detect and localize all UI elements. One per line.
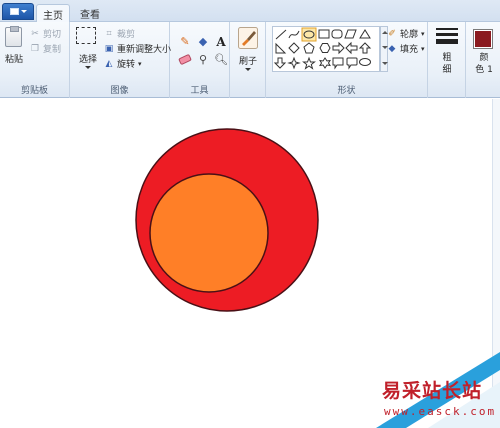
size-label: 粗 细 (442, 53, 452, 75)
rotate-label: 旋转 (117, 60, 136, 70)
six-point-star-shape-icon (319, 57, 331, 69)
clipboard-group: 粘贴 ✂ 剪切 ❐ 复制 剪贴板 (0, 22, 70, 98)
expand-gallery-icon[interactable] (382, 62, 388, 65)
brushes-button[interactable]: 刷子 (234, 25, 262, 81)
paste-button[interactable]: 粘贴 (3, 25, 25, 71)
shape-outline-button[interactable]: ✐ 轮廓 ▾ (387, 27, 425, 41)
up-arrow-shape-icon (358, 42, 372, 54)
image-group-label: 图像 (110, 86, 129, 96)
rounded-callout-shape-icon (346, 57, 358, 70)
line-shape-icon (275, 29, 287, 40)
chevron-down-icon (245, 68, 251, 71)
shapes-group-label: 形状 (337, 86, 356, 96)
rotate-icon: ◭ (105, 58, 113, 69)
chevron-down-icon: ▾ (421, 44, 425, 53)
pencil-icon[interactable]: ✎ (177, 34, 193, 49)
magnifier-icon[interactable]: 🔍︎ (213, 52, 229, 67)
copy-icon: ❐ (30, 43, 40, 54)
watermark-url: www.easck.com (384, 405, 497, 418)
tab-home[interactable]: 主页 (36, 4, 70, 23)
chevron-down-icon (85, 66, 91, 69)
curve-shape-icon (288, 30, 300, 39)
size-group: 粗 细 (428, 22, 466, 98)
triangle-shape-icon (359, 29, 371, 39)
copy-label: 复制 (43, 45, 62, 55)
fill-bucket-icon: ◆ (388, 43, 396, 54)
fill-bucket-icon[interactable]: ◆ (195, 34, 211, 49)
select-button[interactable]: 选择 (74, 25, 100, 75)
right-triangle-shape-icon (275, 42, 287, 54)
cut-label: 剪切 (43, 30, 62, 40)
rounded-rectangle-shape-icon (331, 29, 343, 39)
cut-button[interactable]: ✂ 剪切 (30, 27, 62, 41)
crop-icon: ⌗ (106, 28, 112, 39)
select-label: 选择 (78, 55, 97, 65)
chevron-down-icon: ▾ (138, 59, 142, 68)
shapes-gallery-icons (273, 27, 372, 70)
shapes-gallery (272, 26, 380, 72)
rectangle-callout-shape-icon (332, 57, 344, 70)
crop-label: 裁剪 (117, 30, 136, 40)
color1-label: 颜 色 1 (475, 53, 493, 75)
crop-button[interactable]: ⌗ 裁剪 (104, 27, 136, 41)
rotate-button[interactable]: ◭ 旋转 ▾ (104, 57, 142, 71)
tools-group-label: 工具 (190, 86, 209, 96)
resize-label: 重新调整大小 (117, 45, 172, 55)
app-menu-button[interactable] (2, 3, 34, 20)
pentagon-shape-icon (303, 42, 315, 54)
polygon-shape-icon (344, 29, 357, 39)
left-arrow-shape-icon (345, 41, 358, 55)
right-arrow-shape-icon (332, 41, 345, 55)
shape-fill-label: 填充 (400, 45, 419, 55)
resize-icon: ▣ (104, 43, 114, 54)
paste-label: 粘贴 (4, 55, 23, 65)
diamond-shape-icon (288, 42, 300, 54)
copy-button[interactable]: ❐ 复制 (30, 42, 62, 56)
clipboard-group-label: 剪贴板 (20, 86, 48, 96)
resize-button[interactable]: ▣ 重新调整大小 (104, 42, 172, 56)
down-arrow-shape-icon (273, 57, 287, 69)
app-menu-icon (9, 8, 19, 15)
text-tool-icon[interactable]: A (213, 34, 229, 49)
eraser-icon[interactable] (177, 52, 193, 67)
tools-group: ✎ ◆ A ⚲ 🔍︎ 工具 (170, 22, 230, 98)
color1-button[interactable]: 颜 色 1 (471, 25, 497, 85)
four-point-star-shape-icon (287, 56, 301, 70)
brushes-label: 刷子 (238, 57, 257, 67)
five-point-star-shape-icon (302, 56, 316, 70)
shape-outline-label: 轮廓 (400, 30, 419, 40)
chevron-down-icon (20, 10, 27, 13)
shape-fill-button[interactable]: ◆ 填充 ▾ (387, 42, 425, 56)
rectangle-shape-icon (318, 29, 330, 39)
line-width-icon (436, 28, 458, 48)
clipboard-icon (5, 26, 22, 47)
outline-pen-icon: ✐ (388, 28, 396, 39)
hexagon-shape-icon (319, 43, 331, 53)
ribbon: 粘贴 ✂ 剪切 ❐ 复制 剪贴板 选择 ⌗ 裁剪 ▣ 重新调整大小 ◭ 旋转 ▾ (0, 22, 500, 98)
tab-view[interactable]: 查看 (72, 4, 108, 22)
brush-icon (238, 27, 258, 49)
ribbon-tab-strip: 主页 查看 (0, 0, 500, 23)
size-button[interactable]: 粗 细 (432, 25, 462, 85)
color1-swatch (473, 29, 493, 49)
inner-orange-circle (149, 173, 269, 293)
chevron-down-icon: ▾ (421, 29, 425, 38)
select-rectangle-icon (76, 27, 96, 44)
color1-group: 颜 色 1 (466, 22, 500, 98)
cloud-callout-shape-icon (359, 58, 371, 66)
scissors-icon: ✂ (31, 28, 39, 39)
watermark-title: 易采站长站 (382, 380, 483, 402)
color-picker-icon[interactable]: ⚲ (195, 52, 211, 67)
image-group: 选择 ⌗ 裁剪 ▣ 重新调整大小 ◭ 旋转 ▾ 图像 (70, 22, 172, 98)
brushes-group: 刷子 (230, 22, 266, 98)
shapes-group: ✐ 轮廓 ▾ ◆ 填充 ▾ 形状 (266, 22, 428, 98)
